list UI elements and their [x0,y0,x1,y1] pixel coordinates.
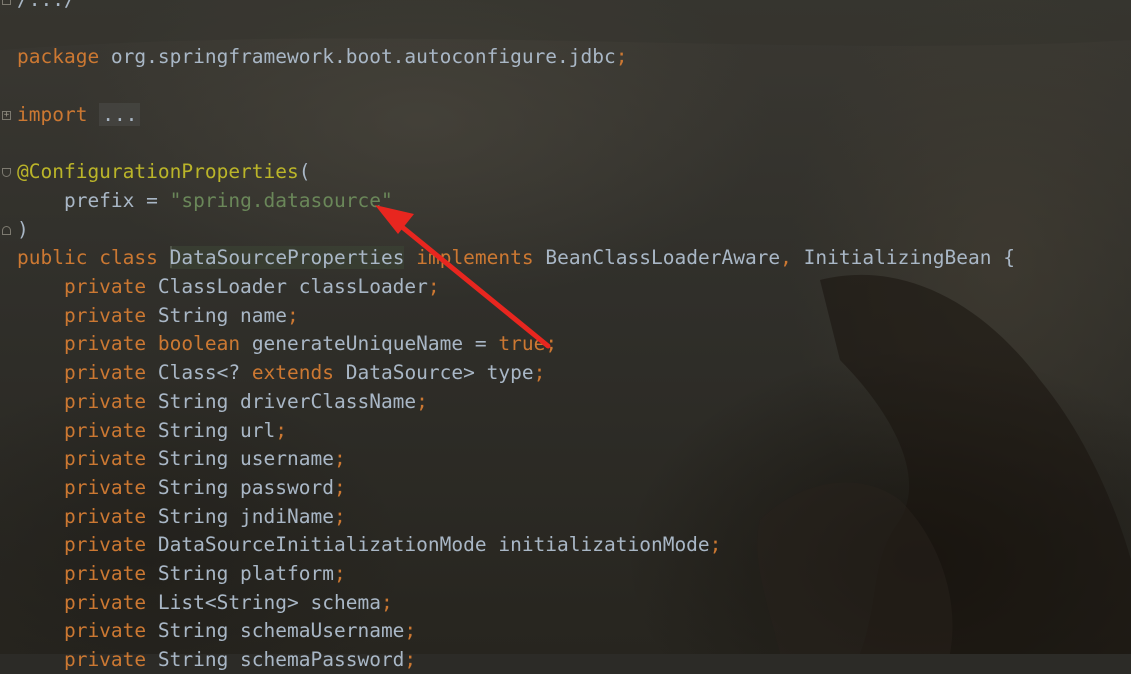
code-line[interactable]: private String driverClassName; [17,388,428,416]
code-token: private [17,562,147,585]
code-token: , [780,246,792,270]
code-token: ( [298,160,311,184]
code-token: private [17,590,147,614]
code-token: ; [404,648,417,672]
code-token: import [17,102,88,126]
code-line[interactable]: private String username; [17,445,346,473]
code-token: ) [17,217,29,241]
code-line[interactable]: private Class<? extends DataSource> type… [17,359,545,387]
code-token: String name [146,303,288,327]
code-token: private [17,447,147,471]
fold-collapse-icon[interactable] [2,168,11,178]
code-line[interactable]: @ConfigurationProperties( [17,158,311,186]
code-line[interactable]: /.../ [17,0,76,14]
code-line[interactable]: private String password; [17,474,346,502]
code-token: private [17,533,147,557]
code-token: class [99,246,158,270]
code-token: String username [146,447,334,471]
code-editor[interactable]: + /.../ package org.springframework.boot.… [0,0,1131,671]
code-token: DataSource> type [334,361,534,385]
code-line[interactable]: private String name; [17,302,299,330]
code-token: private [17,619,147,643]
code-token: String password [146,475,334,499]
code-line[interactable]: public class DataSourceProperties implem… [17,244,1015,272]
code-token: ... [99,102,141,126]
code-token: private [17,275,147,298]
code-token: String driverClassName [146,389,417,413]
code-token: private [17,361,147,385]
code-token: DataSourceProperties [169,246,405,270]
editor-gutter: + [0,0,14,654]
code-token: ; [533,361,546,385]
code-token: List<String> schema [146,590,381,614]
code-token: private [17,504,147,528]
code-token: /.../ [17,0,76,11]
fold-collapse-icon[interactable] [2,0,11,5]
code-token: ; [380,590,393,614]
code-token: String url [146,418,276,442]
code-line[interactable]: private ClassLoader classLoader; [17,273,440,301]
code-token: boolean [157,332,241,356]
code-token: DataSourceInitializationMode initializat… [146,533,710,557]
code-line[interactable]: private boolean generateUniqueName = tru… [17,330,557,358]
code-token: true [498,332,546,356]
code-token: generateUniqueName = [240,332,499,356]
code-token: BeanClassLoaderAware [533,246,781,270]
code-token: public [17,246,88,270]
code-token: private [17,475,147,499]
code-token: ; [333,447,346,471]
code-line[interactable]: import ... [17,101,141,129]
code-token: ; [404,619,417,643]
code-token: ; [709,533,722,557]
code-token: ; [427,275,440,298]
code-line[interactable]: private String schemaPassword; [17,646,416,674]
code-line[interactable]: private String schemaUsername; [17,617,416,645]
code-line[interactable]: private DataSourceInitializationMode ini… [17,531,721,559]
code-token: package [17,45,100,69]
code-line[interactable]: private String platform; [17,560,346,588]
code-token: "spring.datasource" [169,188,393,212]
fold-expand-icon[interactable]: + [2,110,11,120]
fold-collapse-icon[interactable] [2,225,11,235]
code-token: private [17,648,147,672]
code-token: String schemaUsername [146,619,405,643]
code-token: ; [333,475,346,499]
code-line[interactable]: private String jndiName; [17,503,346,531]
code-token: Class<? [146,361,252,385]
code-token: org.springframework.boot.autoconfigure.j… [99,45,616,69]
code-token: ; [333,562,346,585]
code-token: ; [275,418,288,442]
code-token: ClassLoader classLoader [146,275,428,298]
code-line[interactable]: ) [17,216,29,244]
code-token: String schemaPassword [146,648,405,672]
code-line[interactable]: prefix = "spring.datasource" [17,187,393,215]
code-token: private [17,303,147,327]
code-token: implements [416,246,534,270]
code-token: private [17,418,147,442]
code-token: ; [545,332,558,356]
code-token: ; [615,45,628,69]
code-token: InitializingBean { [791,246,1015,270]
code-token: extends [251,361,334,385]
code-token: String platform [146,562,334,585]
code-token: ; [416,389,428,413]
code-line[interactable]: package org.springframework.boot.autocon… [17,43,628,71]
code-token: String jndiName [146,504,334,528]
code-token: prefix = [17,188,170,212]
code-token: ; [333,504,346,528]
code-token: ; [287,303,299,327]
code-token: @ConfigurationProperties [17,160,299,184]
code-line[interactable]: private List<String> schema; [17,589,393,617]
code-token: private [17,389,147,413]
code-token: private [17,332,147,356]
code-line[interactable]: private String url; [17,417,287,445]
